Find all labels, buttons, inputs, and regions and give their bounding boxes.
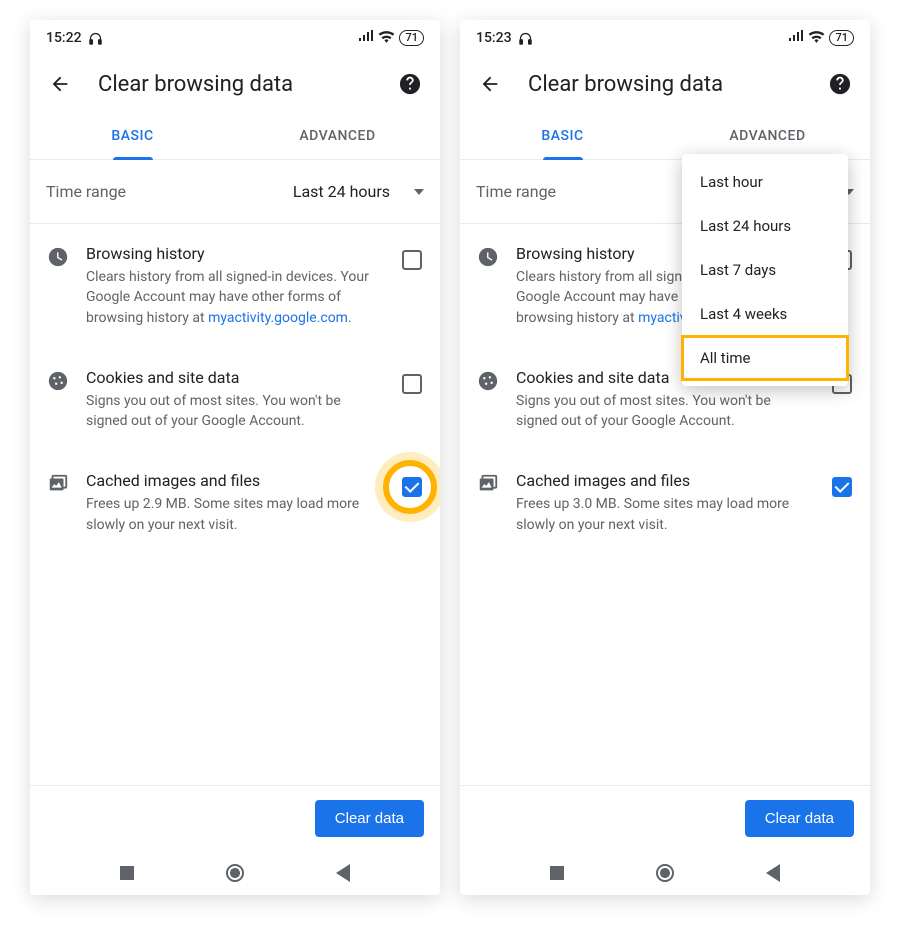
page-title: Clear browsing data (98, 72, 372, 97)
checkbox-history[interactable] (402, 250, 422, 270)
row-desc: Clears history from all signed-in device… (86, 267, 384, 328)
wifi-icon (378, 30, 395, 47)
cookie-icon (476, 370, 500, 392)
app-header: Clear browsing data (460, 56, 870, 112)
row-title: Cached images and files (516, 471, 814, 490)
row-desc: Frees up 2.9 MB. Some sites may load mor… (86, 494, 384, 535)
clock-icon (476, 246, 500, 268)
row-cache[interactable]: Cached images and files Frees up 2.9 MB.… (30, 451, 440, 555)
timerange-selector[interactable]: Time range Last 24 hours (30, 160, 440, 224)
row-browsing-history[interactable]: Browsing history Clears history from all… (30, 224, 440, 348)
row-title: Browsing history (86, 244, 384, 263)
status-time: 15:23 (476, 30, 512, 46)
row-cache[interactable]: Cached images and files Frees up 3.0 MB.… (460, 451, 870, 555)
headphones-icon (518, 31, 533, 46)
timerange-selector[interactable]: Time range Last hour Last 24 hours Last … (460, 160, 870, 224)
battery-indicator: 71 (829, 30, 854, 46)
help-button[interactable] (392, 66, 428, 102)
status-bar: 15:23 71 (460, 20, 870, 56)
dropdown-option[interactable]: Last 4 weeks (682, 292, 848, 336)
content-area: Time range Last 24 hours Browsing histor… (30, 160, 440, 851)
clear-data-button[interactable]: Clear data (745, 800, 854, 837)
dropdown-option[interactable]: Last hour (682, 160, 848, 204)
nav-recent[interactable] (116, 862, 138, 884)
headphones-icon (88, 31, 103, 46)
phone-screen-right: 15:23 71 Clear browsing data BASIC ADVAN… (460, 20, 870, 895)
tabs: BASIC ADVANCED (460, 112, 870, 160)
nav-recent[interactable] (546, 862, 568, 884)
cookie-icon (46, 370, 70, 392)
dropdown-arrow-icon (414, 189, 424, 195)
signal-icon (358, 30, 374, 46)
timerange-label: Time range (46, 182, 126, 201)
timerange-dropdown: Last hour Last 24 hours Last 7 days Last… (682, 154, 848, 386)
nav-back[interactable] (332, 862, 354, 884)
nav-home[interactable] (654, 862, 676, 884)
row-desc: Frees up 3.0 MB. Some sites may load mor… (516, 494, 814, 535)
dropdown-option[interactable]: Last 7 days (682, 248, 848, 292)
image-icon (46, 473, 70, 495)
tab-advanced[interactable]: ADVANCED (235, 112, 440, 159)
clear-data-button[interactable]: Clear data (315, 800, 424, 837)
nav-home[interactable] (224, 862, 246, 884)
checkbox-cookies[interactable] (402, 374, 422, 394)
myactivity-link[interactable]: myactivity.google.com (208, 310, 348, 326)
phone-screen-left: 15:22 71 Clear browsing data BASIC ADVAN… (30, 20, 440, 895)
dropdown-option[interactable]: Last 24 hours (682, 204, 848, 248)
dropdown-option-alltime[interactable]: All time (682, 336, 848, 380)
row-cookies[interactable]: Cookies and site data Signs you out of m… (30, 348, 440, 452)
app-header: Clear browsing data (30, 56, 440, 112)
wifi-icon (808, 30, 825, 47)
status-time: 15:22 (46, 30, 82, 46)
clock-icon (46, 246, 70, 268)
status-bar: 15:22 71 (30, 20, 440, 56)
tab-basic[interactable]: BASIC (30, 112, 235, 159)
timerange-value: Last 24 hours (138, 182, 390, 201)
checkbox-cache[interactable] (402, 477, 422, 497)
back-button[interactable] (42, 66, 78, 102)
tab-basic[interactable]: BASIC (460, 112, 665, 159)
row-title: Cached images and files (86, 471, 384, 490)
checkbox-cache[interactable] (832, 477, 852, 497)
footer: Clear data (30, 785, 440, 851)
tab-advanced[interactable]: ADVANCED (665, 112, 870, 159)
android-navbar (30, 851, 440, 895)
footer: Clear data (460, 785, 870, 851)
options-list: Browsing history Clears history from all… (30, 224, 440, 555)
back-button[interactable] (472, 66, 508, 102)
row-title: Cookies and site data (86, 368, 384, 387)
timerange-label: Time range (476, 182, 556, 201)
android-navbar (460, 851, 870, 895)
image-icon (476, 473, 500, 495)
help-button[interactable] (822, 66, 858, 102)
signal-icon (788, 30, 804, 46)
row-desc: Signs you out of most sites. You won't b… (516, 391, 814, 432)
row-desc: Signs you out of most sites. You won't b… (86, 391, 384, 432)
page-title: Clear browsing data (528, 72, 802, 97)
content-area: Time range Last hour Last 24 hours Last … (460, 160, 870, 851)
nav-back[interactable] (762, 862, 784, 884)
tabs: BASIC ADVANCED (30, 112, 440, 160)
battery-indicator: 71 (399, 30, 424, 46)
